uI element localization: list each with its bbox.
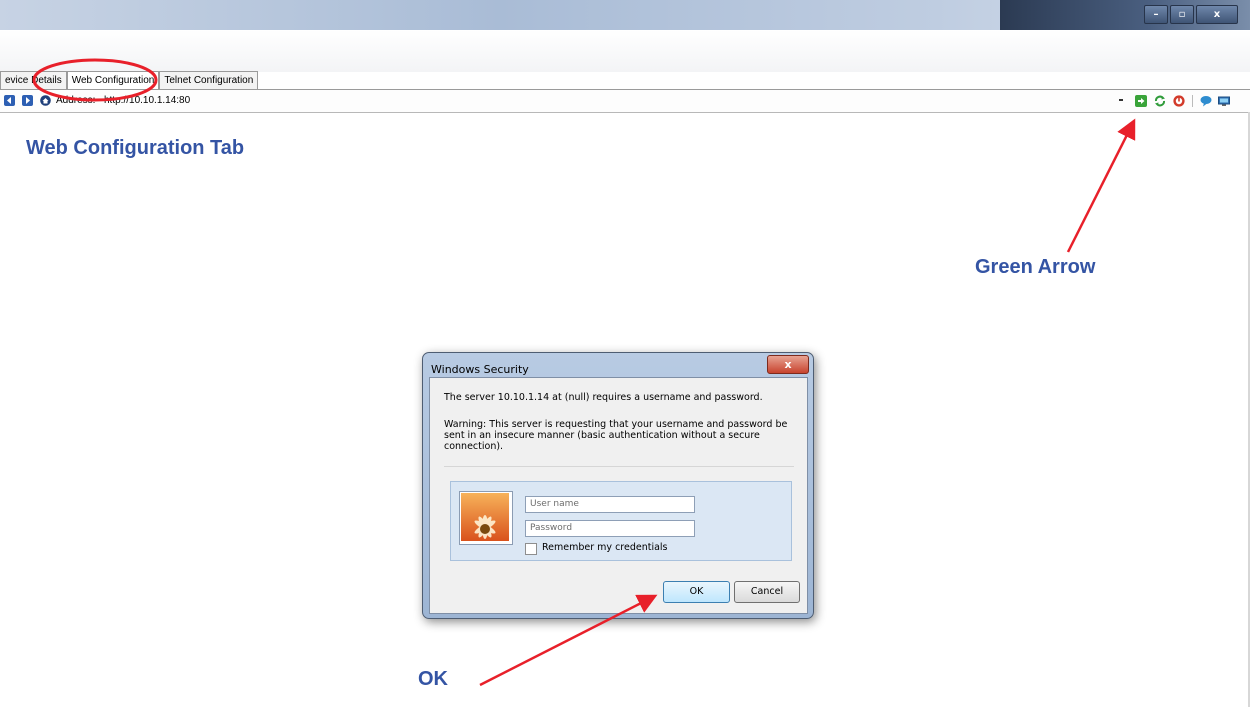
remember-credentials-label: Remember my credentials: [542, 542, 668, 553]
dialog-body: The server 10.10.1.14 at (null) requires…: [429, 377, 808, 614]
web-configuration-tab-annotation: Web Configuration Tab: [26, 137, 245, 159]
ok-annotation: OK: [418, 668, 448, 690]
ok-button[interactable]: OK: [663, 581, 730, 603]
minimize-button[interactable]: –: [1144, 5, 1168, 24]
chat-icon[interactable]: [1200, 95, 1212, 107]
address-label: Address:: [56, 95, 96, 106]
toolbar-band: [0, 30, 1250, 72]
warning-line-1: Warning: This server is requesting that …: [444, 419, 788, 430]
screen-icon[interactable]: [1218, 95, 1230, 106]
dialog-close-button[interactable]: x: [767, 355, 809, 374]
refresh-icon[interactable]: [1154, 95, 1165, 107]
dialog-separator: [444, 466, 794, 467]
back-arrow-icon[interactable]: [4, 95, 15, 106]
maximize-button[interactable]: ▫: [1170, 5, 1194, 24]
password-field[interactable]: Password: [525, 520, 695, 537]
address-bar: Address: http://10.10.1.14:80: [0, 90, 1250, 113]
username-field[interactable]: User name: [525, 496, 695, 513]
warning-line-2: sent in an insecure manner (basic authen…: [444, 430, 760, 441]
green-arrow-pointer: [1066, 118, 1136, 253]
green-arrow-annotation: Green Arrow: [975, 256, 1096, 278]
tab-strip: evice Details Web Configuration Telnet C…: [0, 71, 259, 90]
green-arrow-go-icon[interactable]: [1135, 95, 1147, 107]
dialog-title: Windows Security: [431, 363, 529, 376]
tab-telnet-configuration[interactable]: Telnet Configuration: [159, 71, 259, 89]
window-titlebar: – ▫ x: [0, 0, 1250, 30]
windows-security-dialog: Windows Security x The server 10.10.1.14…: [422, 352, 814, 619]
forward-arrow-icon[interactable]: [22, 95, 33, 106]
address-value[interactable]: http://10.10.1.14:80: [104, 95, 190, 106]
toolbar-separator: [1192, 95, 1193, 107]
dropdown-icon[interactable]: [1117, 96, 1125, 104]
window-controls: – ▫ x: [1144, 5, 1238, 24]
server-message: The server 10.10.1.14 at (null) requires…: [444, 392, 763, 403]
cancel-button[interactable]: Cancel: [734, 581, 800, 603]
home-icon[interactable]: [40, 95, 51, 106]
stop-icon[interactable]: [1173, 95, 1185, 107]
credential-tile: User name Password Remember my credentia…: [450, 481, 792, 561]
tab-device-details[interactable]: evice Details: [0, 71, 67, 89]
user-avatar: [459, 491, 513, 545]
close-window-button[interactable]: x: [1196, 5, 1238, 24]
tab-web-configuration[interactable]: Web Configuration: [66, 71, 160, 90]
remember-credentials-checkbox[interactable]: [525, 543, 537, 555]
warning-line-3: connection).: [444, 441, 504, 452]
